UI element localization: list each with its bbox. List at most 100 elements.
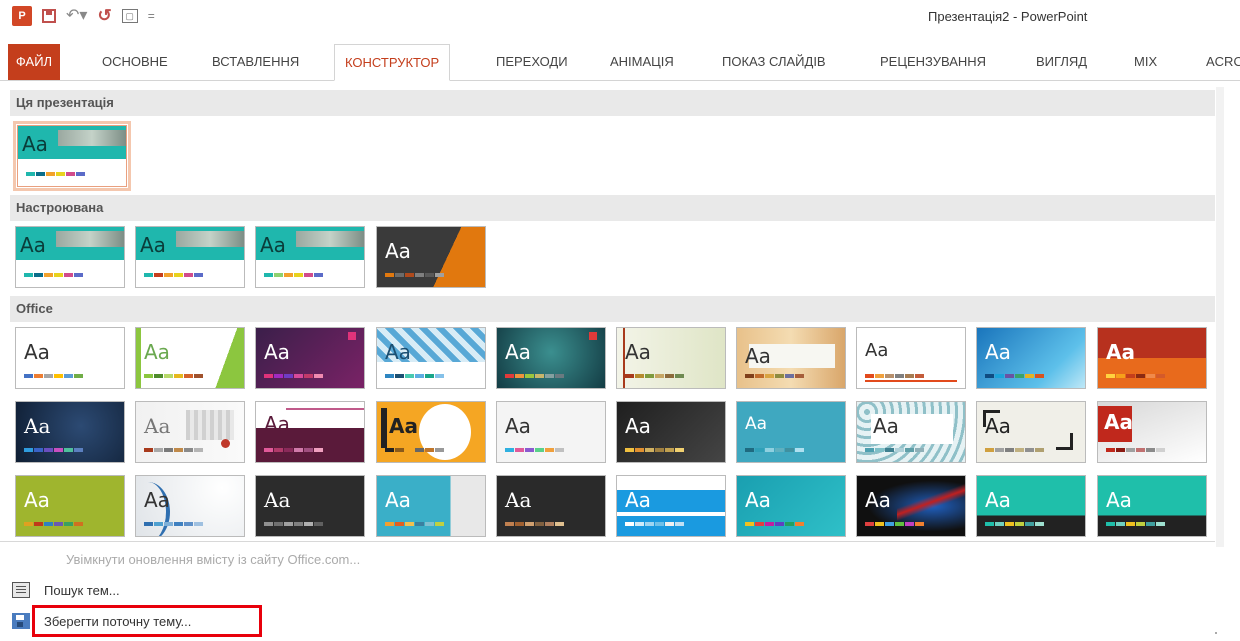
theme-color-bars — [24, 522, 83, 526]
theme-sample-text: Aa — [985, 488, 1011, 512]
tab-review[interactable]: РЕЦЕНЗУВАННЯ — [870, 44, 996, 80]
theme-accent-bar — [381, 408, 387, 448]
theme-color-bars — [264, 273, 323, 277]
theme-sample-text: Aa — [745, 344, 771, 368]
theme-thumbnail[interactable]: Aa — [1097, 401, 1207, 463]
theme-thumbnail[interactable]: Aa — [255, 327, 365, 389]
theme-thumbnail[interactable]: Aa — [976, 401, 1086, 463]
theme-thumbnail[interactable]: Aa — [15, 327, 125, 389]
theme-thumbnail[interactable]: Aa — [736, 401, 846, 463]
theme-thumbnail[interactable]: Aa — [496, 327, 606, 389]
undo-icon[interactable]: ↶▾ — [66, 8, 87, 24]
section-header-this-presentation: Ця презентація — [10, 90, 1215, 116]
themes-gallery: Ця презентація Aa Настроювана Aa Aa Aa A… — [10, 87, 1215, 547]
theme-color-bars — [385, 522, 444, 526]
redo-icon[interactable]: ↺ — [97, 7, 111, 24]
enable-updates-label: Увімкнути оновлення вмісту із сайту Offi… — [66, 551, 361, 567]
theme-color-bars — [385, 448, 444, 452]
theme-thumbnail[interactable]: Aa — [135, 401, 245, 463]
tab-design[interactable]: КОНСТРУКТОР — [334, 44, 451, 81]
tab-insert[interactable]: ВСТАВЛЕННЯ — [202, 44, 309, 80]
tab-transitions[interactable]: ПЕРЕХОДИ — [486, 44, 578, 80]
save-icon[interactable] — [42, 9, 56, 23]
theme-color-bars — [26, 172, 85, 176]
theme-thumbnail[interactable]: Aa — [13, 121, 131, 191]
theme-sample-text: Aa — [22, 132, 48, 156]
theme-sample-text: Aa — [264, 412, 290, 436]
theme-sample-text: Aa — [389, 414, 418, 438]
theme-thumbnail[interactable]: Aa — [135, 327, 245, 389]
theme-thumbnail[interactable]: Aa — [376, 327, 486, 389]
theme-color-bars — [385, 273, 444, 277]
theme-thumbnail[interactable]: Aa — [1097, 475, 1207, 537]
theme-sample-text: Aa — [745, 414, 768, 434]
theme-thumbnail[interactable]: Aa — [255, 475, 365, 537]
tab-view[interactable]: ВИГЛЯД — [1026, 44, 1097, 80]
enable-office-updates-command: Увімкнути оновлення вмісту із сайту Offi… — [66, 548, 360, 570]
theme-thumbnail[interactable]: Aa — [255, 401, 365, 463]
theme-thumbnail[interactable]: Aa — [376, 475, 486, 537]
theme-thumbnail[interactable]: Aa — [736, 475, 846, 537]
browse-themes-icon — [12, 582, 30, 598]
theme-thumbnail[interactable]: Aa — [616, 475, 726, 537]
theme-sample-text: Aa — [1106, 340, 1135, 364]
gallery-scrollbar[interactable] — [1216, 87, 1224, 547]
theme-thumbnail[interactable]: Aa — [736, 327, 846, 389]
theme-sample-text: Aa — [505, 340, 531, 364]
theme-thumbnail[interactable]: Aa — [496, 475, 606, 537]
theme-thumbnail[interactable]: Aa — [976, 327, 1086, 389]
theme-color-bars — [505, 448, 564, 452]
section-header-office: Office — [10, 296, 1215, 322]
theme-thumbnail[interactable]: Aa — [616, 401, 726, 463]
ribbon-tabs: ФАЙЛ ОСНОВНЕ ВСТАВЛЕННЯ КОНСТРУКТОР ПЕРЕ… — [0, 44, 1240, 81]
theme-thumbnail[interactable]: Aa — [496, 401, 606, 463]
theme-thumbnail[interactable]: Aa — [135, 475, 245, 537]
theme-photo-strip — [56, 231, 124, 247]
theme-thumbnail[interactable]: Aa — [135, 226, 245, 288]
theme-sample-text: Aa — [20, 233, 46, 257]
theme-thumbnail[interactable]: Aa — [15, 401, 125, 463]
theme-sample-text: Aa — [625, 414, 651, 438]
theme-sample-text: Aa — [140, 233, 166, 257]
tab-mix[interactable]: MIX — [1124, 44, 1167, 80]
theme-sample-text: Aa — [625, 340, 651, 364]
theme-color-bars — [625, 522, 684, 526]
theme-sample-text: Aa — [144, 340, 170, 364]
powerpoint-icon[interactable]: P — [12, 6, 32, 26]
theme-thumbnail[interactable]: Aa — [1097, 327, 1207, 389]
theme-sample-text: Aa — [1106, 488, 1132, 512]
theme-photo-strip — [296, 231, 364, 247]
theme-sample-text: Aa — [24, 414, 51, 438]
theme-color-bars — [264, 374, 323, 378]
theme-thumbnail[interactable]: Aa — [15, 226, 125, 288]
theme-thumbnail[interactable]: Aa — [376, 226, 486, 288]
theme-sample-text: Aa — [745, 488, 771, 512]
theme-thumbnail[interactable]: Aa — [856, 327, 966, 389]
theme-accent-bar — [136, 328, 141, 388]
theme-thumbnail[interactable]: Aa — [856, 401, 966, 463]
theme-color-bars — [865, 522, 924, 526]
theme-thumbnail[interactable]: Aa — [976, 475, 1086, 537]
theme-sample-text: Aa — [264, 340, 290, 364]
theme-accent-line — [286, 408, 364, 410]
theme-sample-text: Aa — [985, 340, 1011, 364]
start-from-beginning-icon[interactable]: ▢ — [121, 9, 138, 23]
tab-file[interactable]: ФАЙЛ — [8, 44, 60, 80]
theme-color-bars — [745, 522, 804, 526]
theme-thumbnail[interactable]: Aa — [376, 401, 486, 463]
theme-color-bars — [385, 374, 444, 378]
theme-corner-mark — [1056, 433, 1073, 450]
theme-thumbnail[interactable]: Aa — [255, 226, 365, 288]
tab-acrobat[interactable]: ACRO — [1196, 44, 1240, 80]
tab-home[interactable]: ОСНОВНЕ — [92, 44, 178, 80]
highlight-box — [32, 605, 262, 637]
theme-thumbnail[interactable]: Aa — [15, 475, 125, 537]
customize-qat-icon[interactable]: = — [148, 9, 155, 23]
browse-themes-command[interactable]: Пошук тем... — [12, 579, 120, 601]
theme-accent-line — [865, 380, 957, 382]
theme-thumbnail[interactable]: Aa — [856, 475, 966, 537]
theme-color-bars — [264, 448, 323, 452]
tab-slide-show[interactable]: ПОКАЗ СЛАЙДІВ — [712, 44, 836, 80]
theme-thumbnail[interactable]: Aa — [616, 327, 726, 389]
tab-animations[interactable]: АНІМАЦІЯ — [600, 44, 684, 80]
